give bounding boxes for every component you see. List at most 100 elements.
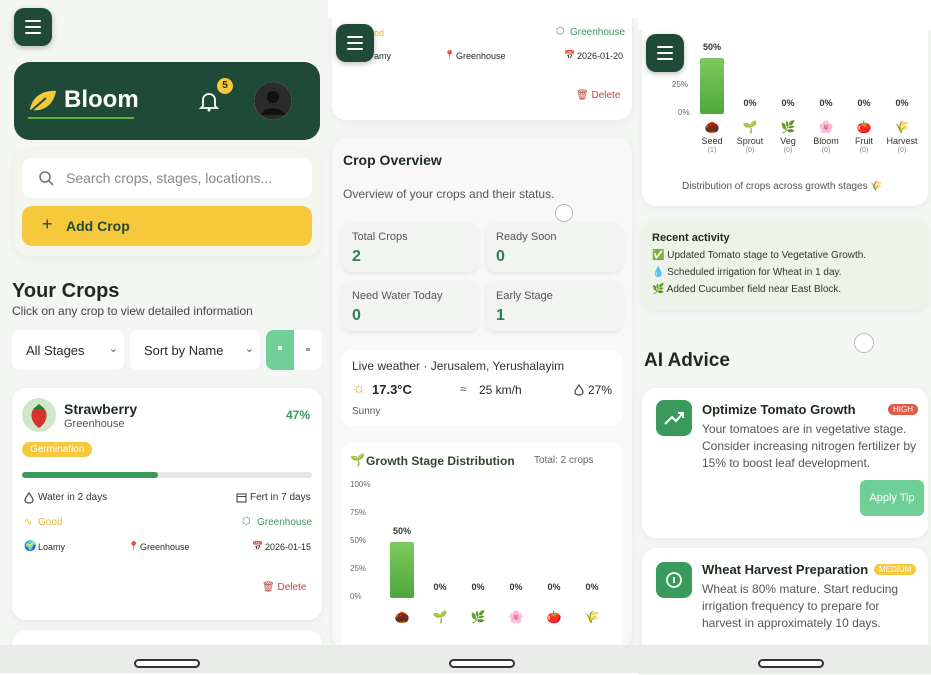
x-tick-label: Seed — [701, 136, 723, 146]
growth-progress-track — [22, 472, 312, 478]
y-tick-label: 0% — [350, 592, 362, 601]
stage-count: (0) — [859, 147, 869, 154]
bar-value-label: 0% — [857, 98, 871, 108]
search-icon — [39, 171, 54, 186]
trash-icon: 🗑 — [262, 582, 275, 593]
stat-value: 1 — [496, 307, 505, 324]
bar — [390, 542, 414, 598]
overview-title: Crop Overview — [343, 152, 442, 168]
stage-filter-select[interactable]: All Stages ⌄ — [12, 330, 124, 370]
sort-select[interactable]: Sort by Name ⌄ — [130, 330, 260, 370]
stage-count: (1) — [707, 147, 717, 154]
your-crops-title: Your Crops — [12, 280, 120, 302]
stat-label: Ready Soon — [496, 231, 557, 243]
avatar[interactable] — [254, 82, 292, 120]
advice-line: Wheat is 80% mature. Start reducing — [702, 582, 899, 596]
stage-icon: 🌿 — [470, 610, 486, 624]
phone-screen-1: Bloom 5 Search crops, stages, locations.… — [0, 0, 328, 645]
stage-icon: 🌱 — [742, 120, 758, 134]
advice-line: harvest in approximately 10 days. — [702, 616, 881, 630]
advice-line: irrigation frequency to prepare for — [702, 599, 880, 613]
crop-card-partial[interactable]: od ⬡ Greenhouse amy 📍 Greenhouse 📅 2026-… — [332, 18, 632, 120]
weather-condition: Sunny — [352, 406, 381, 417]
wind-icon: ≈ — [460, 382, 467, 396]
stage-icon: 🌰 — [394, 610, 410, 624]
home-indicator[interactable] — [449, 659, 515, 668]
delete-label: Delete — [277, 582, 307, 593]
environment: Greenhouse — [570, 27, 626, 38]
stat-value: 0 — [496, 248, 505, 265]
soil-type: amy — [374, 51, 392, 61]
crop-overview-card: Crop Overview Overview of your crops and… — [332, 138, 632, 653]
x-tick-label: Harvest — [886, 136, 918, 146]
sort-value: Sort by Name — [144, 343, 224, 358]
notification-badge: 5 — [217, 78, 233, 94]
delete-button[interactable]: 🗑 Delete — [262, 582, 306, 593]
crop-card-strawberry[interactable]: Strawberry Greenhouse 47% Germination Wa… — [12, 388, 322, 620]
crop-card-next[interactable] — [12, 630, 322, 645]
weather-card: Live weather · Jerusalem, Yerushalayim ☼… — [342, 350, 622, 426]
recent-activity-card: Recent activity ✅ Updated Tomato stage t… — [642, 220, 928, 310]
x-tick-label: Bloom — [813, 136, 839, 146]
sprout-icon: 🌱 — [350, 453, 365, 467]
distribution-chart: 100% 75% 50% 25% 0% 50% 🌰 0% 🌱 0% 🌿 0% 🌸 0% 🍅 0% 🌾 — [342, 473, 622, 653]
phone-screen-3: 50% 🌰 Seed (1) 0% 🌱 Sprout (0) 0% 🌿 Veg (0) 0% 🌸 Bloom… — [638, 30, 931, 675]
bar-value-label: 0% — [895, 98, 909, 108]
stat-total-crops: Total Crops 2 — [342, 222, 478, 272]
stat-early-stage: Early Stage 1 — [486, 281, 622, 331]
bar-value-label: 0% — [585, 582, 599, 592]
add-crop-button[interactable]: + Add Crop — [22, 206, 312, 246]
user-avatar-icon — [254, 82, 292, 120]
weather-temp: 17.3°C — [372, 382, 412, 397]
y-tick-label: 75% — [350, 508, 367, 517]
bar-value-label: 50% — [702, 42, 721, 52]
weather-humidity: 27% — [588, 383, 613, 397]
brand-name: Bloom — [64, 86, 139, 113]
planted-date: 2026-01-15 — [265, 542, 312, 552]
add-crop-label: Add Crop — [66, 218, 130, 234]
fert-schedule: Fert in 7 days — [250, 492, 311, 503]
menu-button[interactable] — [646, 34, 684, 72]
apply-tip-button[interactable]: Apply Tip — [860, 480, 924, 516]
stage-icon: 🌰 — [704, 120, 720, 134]
environment: Greenhouse — [257, 517, 313, 528]
home-indicator[interactable] — [758, 659, 824, 668]
bar-value-label: 0% — [433, 582, 447, 592]
delete-button[interactable]: 🗑 Delete — [576, 90, 620, 101]
soil-type: Loamy — [38, 542, 66, 552]
home-indicator[interactable] — [134, 659, 200, 668]
plus-icon: + — [42, 214, 53, 234]
planted-date: 2026-01-20 — [577, 51, 624, 61]
bar-value-label: 0% — [743, 98, 757, 108]
leaf-logo-icon — [30, 90, 56, 112]
distribution-title: Growth Stage Distribution — [366, 454, 515, 468]
view-toggle[interactable] — [266, 330, 322, 370]
brand-underline — [28, 117, 134, 119]
bar-value-label: 0% — [819, 98, 833, 108]
pin-icon: 📍 — [444, 50, 456, 60]
search-input[interactable]: Search crops, stages, locations... — [22, 158, 312, 198]
stat-label: Early Stage — [496, 290, 553, 302]
sun-icon: ☼ — [352, 380, 366, 397]
menu-button[interactable] — [336, 24, 374, 62]
list-icon — [306, 348, 310, 351]
menu-button[interactable] — [14, 8, 52, 46]
distribution-total: Total: 2 crops — [534, 455, 594, 466]
distribution-card: 🌱 Growth Stage Distribution Total: 2 cro… — [342, 443, 622, 653]
health-status: od — [374, 28, 385, 38]
phone-screen-2: od ⬡ Greenhouse amy 📍 Greenhouse 📅 2026-… — [328, 18, 638, 663]
overview-subtitle: Overview of your crops and their status. — [343, 187, 555, 201]
grid-view-button[interactable] — [266, 330, 294, 370]
chevron-down-icon: ⌄ — [108, 343, 118, 355]
x-tick-label: Fruit — [855, 136, 873, 146]
place: Greenhouse — [456, 51, 506, 61]
trash-icon: 🗑 — [576, 90, 589, 101]
bar-value-label: 0% — [547, 582, 561, 592]
search-placeholder: Search crops, stages, locations... — [66, 170, 273, 186]
health-icon: ∿ — [24, 517, 33, 528]
stat-label: Total Crops — [352, 231, 408, 243]
list-view-button[interactable] — [294, 330, 322, 370]
bar-value-label: 0% — [509, 582, 523, 592]
bell-icon[interactable] — [198, 90, 220, 112]
y-tick-label: 25% — [672, 80, 689, 89]
